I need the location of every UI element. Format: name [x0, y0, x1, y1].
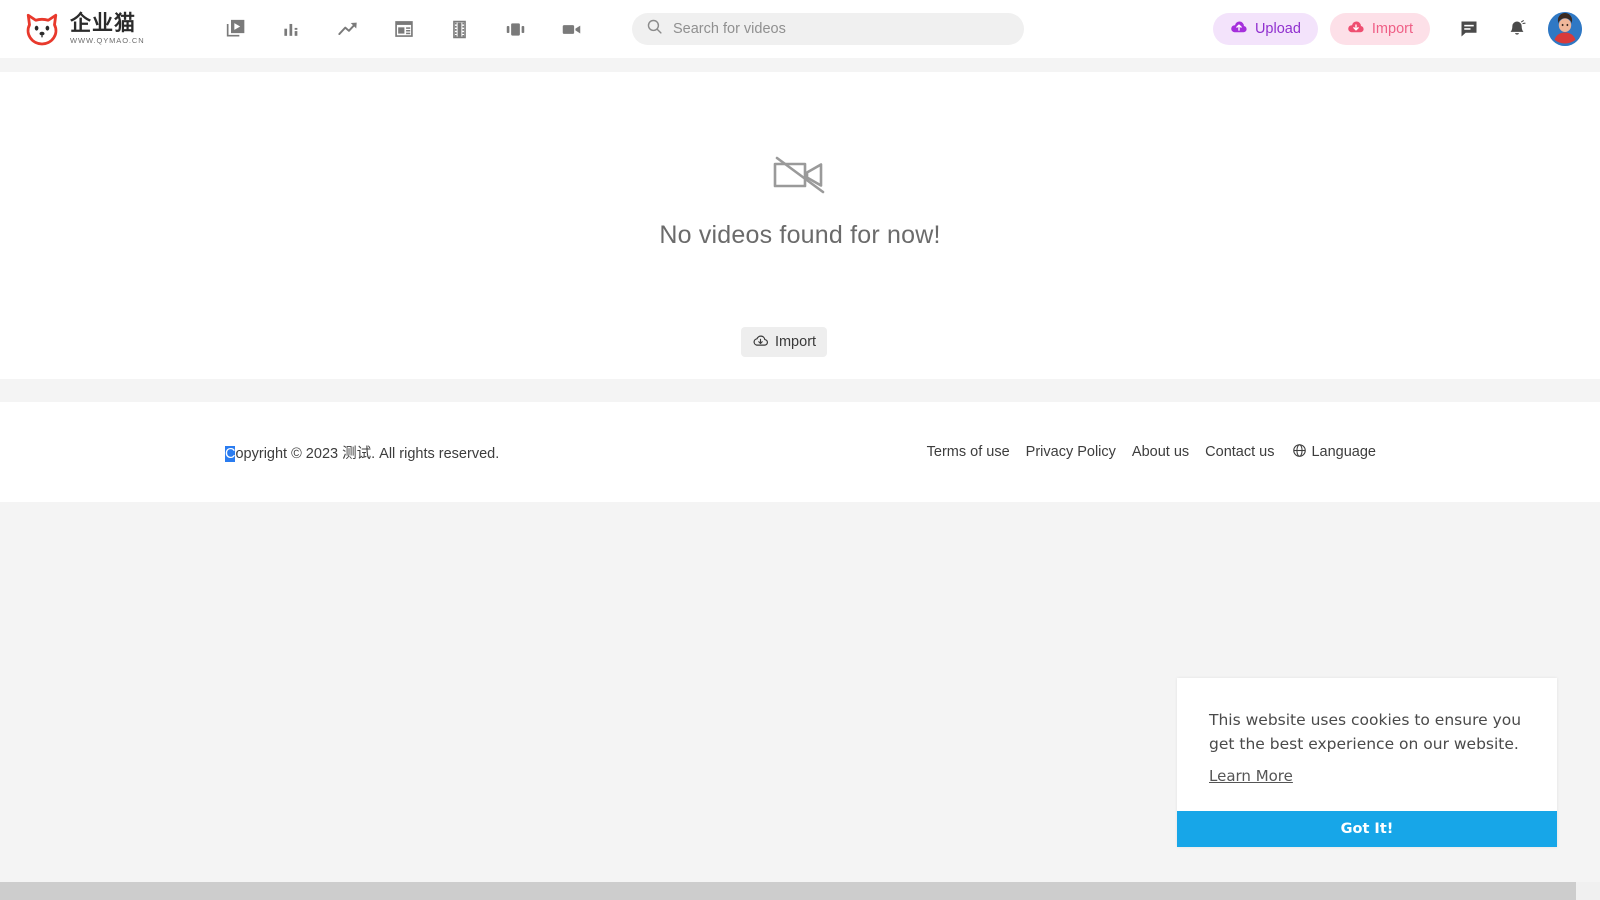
cloud-download-icon	[752, 332, 769, 353]
main-nav	[217, 12, 591, 46]
user-avatar[interactable]	[1548, 12, 1582, 46]
scrollbar-thumb[interactable]	[0, 882, 1576, 900]
header-import-button[interactable]: Import	[1329, 13, 1430, 45]
footer-link-terms-of-use[interactable]: Terms of use	[927, 444, 1010, 460]
copyright-rest: opyright © 2023 测试. All rights reserved.	[235, 445, 500, 462]
dashboard-layout-icon[interactable]	[385, 12, 423, 46]
brand-logo[interactable]: 企业猫 WWW.QYMAO.CN	[22, 9, 145, 49]
message-icon[interactable]	[1452, 12, 1486, 46]
cat-face-logo-icon	[22, 9, 62, 49]
brand-name: 企业猫	[70, 11, 136, 36]
main-content: No videos found for now! Import	[0, 72, 1600, 379]
video-camera-off-icon	[769, 150, 831, 205]
header-import-button-label: Import	[1371, 21, 1413, 37]
cloud-download-icon	[1347, 18, 1365, 40]
main-import-button-label: Import	[774, 334, 817, 350]
footer-links: Terms of use Privacy Policy About us Con…	[911, 443, 1376, 462]
upload-button-label: Upload	[1254, 21, 1301, 37]
search-input[interactable]	[673, 21, 993, 37]
bell-icon[interactable]	[1500, 12, 1534, 46]
cookie-accept-button[interactable]: Got It!	[1177, 811, 1557, 847]
footer-divider-strip	[0, 379, 1600, 402]
scrollbar-arrow-right[interactable]	[1583, 882, 1600, 900]
bar-chart-icon[interactable]	[273, 12, 311, 46]
cookie-message: This website uses cookies to ensure you …	[1209, 711, 1522, 754]
empty-state: No videos found for now!	[0, 150, 1600, 250]
page-footer: Copyright © 2023 测试. All rights reserved…	[0, 402, 1600, 502]
cookie-learn-more-link[interactable]: Learn More	[1209, 767, 1293, 785]
brand-url: WWW.QYMAO.CN	[70, 36, 145, 46]
main-import-button[interactable]: Import	[741, 327, 827, 357]
video-camera-icon[interactable]	[553, 12, 591, 46]
header-divider-strip	[0, 58, 1600, 72]
language-label: Language	[1311, 444, 1376, 460]
cookie-banner-body: This website uses cookies to ensure you …	[1177, 678, 1557, 786]
video-library-icon[interactable]	[217, 12, 255, 46]
empty-state-text: No videos found for now!	[659, 221, 941, 249]
film-strip-icon[interactable]	[441, 12, 479, 46]
globe-icon	[1292, 443, 1307, 462]
footer-link-about-us[interactable]: About us	[1132, 444, 1189, 460]
app-header: 企业猫 WWW.QYMAO.CN Search for videos Uploa…	[0, 0, 1600, 58]
trending-up-icon[interactable]	[329, 12, 367, 46]
horizontal-scrollbar[interactable]	[0, 882, 1600, 900]
search-box[interactable]	[632, 13, 1024, 45]
search-container	[632, 13, 1024, 45]
footer-link-privacy-policy[interactable]: Privacy Policy	[1026, 444, 1116, 460]
language-selector[interactable]: Language	[1292, 443, 1376, 462]
copyright-text: Copyright © 2023 测试. All rights reserved…	[225, 442, 499, 463]
carousel-icon[interactable]	[497, 12, 535, 46]
search-icon	[646, 18, 663, 40]
upload-button[interactable]: Upload	[1212, 13, 1318, 45]
cookie-consent-banner: This website uses cookies to ensure you …	[1177, 678, 1557, 847]
footer-link-contact-us[interactable]: Contact us	[1205, 444, 1274, 460]
header-actions: Upload Import	[1212, 0, 1586, 58]
cloud-upload-icon	[1230, 18, 1248, 40]
copyright-selected-char: C	[225, 445, 236, 462]
